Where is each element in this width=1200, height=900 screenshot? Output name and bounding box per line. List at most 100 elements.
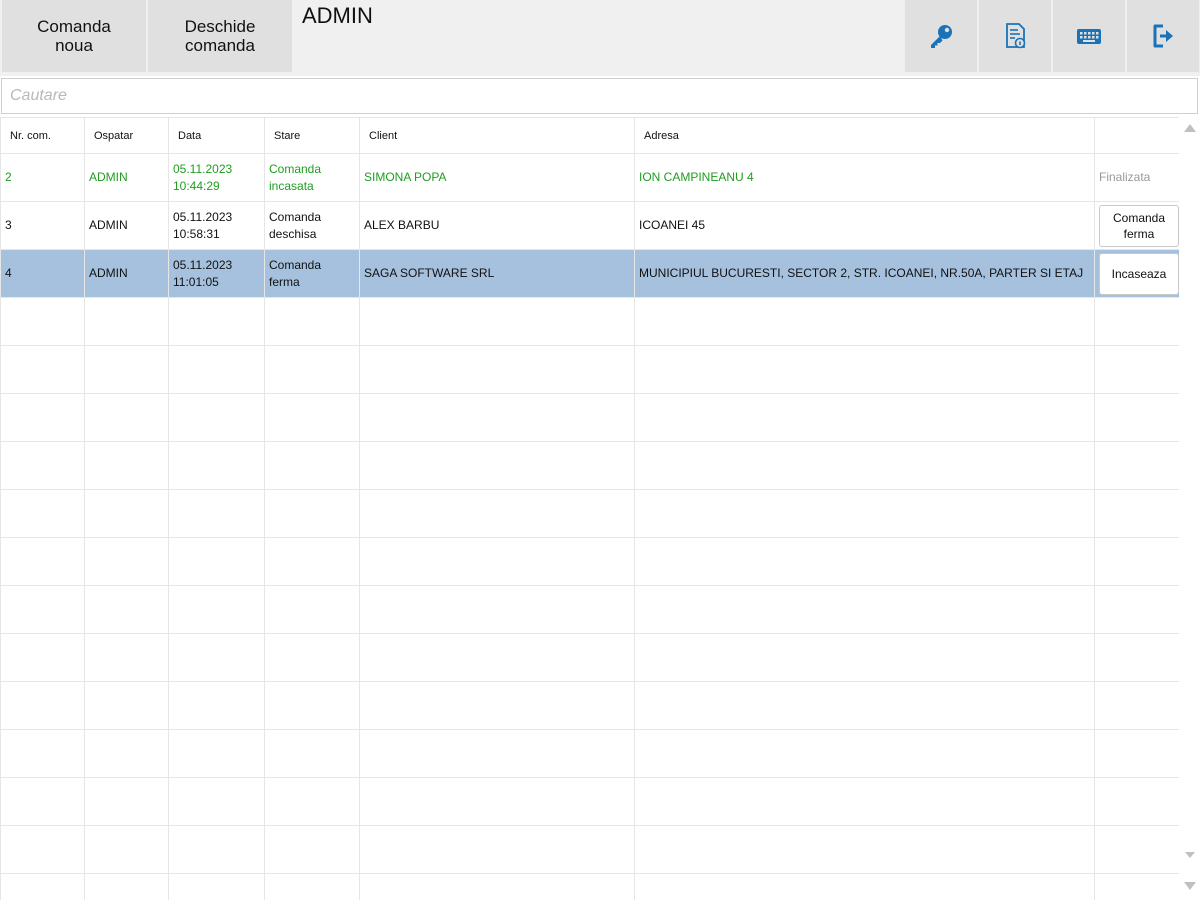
empty-row: [0, 873, 1179, 900]
empty-cell: [359, 729, 635, 778]
empty-cell: [264, 297, 360, 346]
empty-row: [0, 297, 1179, 346]
search-input[interactable]: [1, 78, 1198, 114]
empty-cell: [168, 441, 265, 490]
key-button[interactable]: [905, 0, 977, 72]
collect-payment-button[interactable]: Incaseaza: [1099, 252, 1179, 295]
col-header-ospatar[interactable]: Ospatar: [84, 117, 169, 154]
empty-cell: [634, 777, 1095, 826]
col-header-adresa[interactable]: Adresa: [634, 117, 1095, 154]
empty-cell: [1094, 729, 1179, 778]
cell-action: Finalizata: [1094, 153, 1179, 202]
cell-client: ALEX BARBU: [359, 201, 635, 250]
empty-cell: [264, 729, 360, 778]
scroll-down-icon[interactable]: [1184, 882, 1196, 890]
logout-button[interactable]: [1127, 0, 1199, 72]
empty-cell: [634, 537, 1095, 586]
empty-cell: [1094, 681, 1179, 730]
empty-cell: [634, 393, 1095, 442]
cell-action: Incaseaza: [1094, 249, 1179, 298]
empty-cell: [84, 873, 169, 900]
grid-header: Nr. com. Ospatar Data Stare Client Adres…: [0, 117, 1179, 154]
empty-cell: [359, 441, 635, 490]
col-header-action: [1094, 117, 1179, 154]
empty-cell: [634, 825, 1095, 874]
cell-stare: Comanda deschisa: [264, 201, 360, 250]
cell-ospatar: ADMIN: [84, 201, 169, 250]
empty-cell: [264, 441, 360, 490]
vertical-scrollbar[interactable]: [1180, 117, 1200, 900]
empty-cell: [264, 873, 360, 900]
scroll-down-small-icon[interactable]: [1185, 852, 1195, 858]
empty-cell: [0, 729, 85, 778]
open-order-button[interactable]: Deschide comanda: [148, 0, 292, 72]
empty-row: [0, 825, 1179, 874]
empty-cell: [264, 537, 360, 586]
empty-cell: [359, 777, 635, 826]
empty-cell: [84, 825, 169, 874]
empty-cell: [0, 681, 85, 730]
empty-cell: [0, 633, 85, 682]
keyboard-button[interactable]: [1053, 0, 1125, 72]
empty-cell: [84, 633, 169, 682]
key-icon: [931, 25, 952, 48]
document-info-icon: [1006, 23, 1026, 49]
cell-ospatar: ADMIN: [84, 153, 169, 202]
empty-cell: [0, 537, 85, 586]
empty-row: [0, 537, 1179, 586]
empty-cell: [0, 297, 85, 346]
empty-cell: [84, 297, 169, 346]
empty-cell: [168, 297, 265, 346]
empty-row: [0, 489, 1179, 538]
top-toolbar: Comanda noua Deschide comanda ADMIN: [0, 0, 1200, 76]
empty-cell: [359, 537, 635, 586]
empty-cell: [359, 873, 635, 900]
empty-cell: [168, 825, 265, 874]
cell-action: Comanda ferma: [1094, 201, 1179, 250]
document-info-button[interactable]: [979, 0, 1051, 72]
col-header-client[interactable]: Client: [359, 117, 635, 154]
col-header-data[interactable]: Data: [168, 117, 265, 154]
table-row[interactable]: 2 ADMIN 05.11.2023 10:44:29 Comanda inca…: [0, 153, 1179, 202]
empty-cell: [84, 585, 169, 634]
empty-row: [0, 777, 1179, 826]
empty-cell: [84, 441, 169, 490]
col-header-stare[interactable]: Stare: [264, 117, 360, 154]
empty-cell: [0, 345, 85, 394]
table-row[interactable]: 3 ADMIN 05.11.2023 10:58:31 Comanda desc…: [0, 201, 1179, 250]
empty-cell: [359, 489, 635, 538]
scroll-up-icon[interactable]: [1184, 124, 1196, 132]
empty-cell: [0, 585, 85, 634]
empty-cell: [264, 585, 360, 634]
cell-nr: 2: [0, 153, 85, 202]
table-row-selected[interactable]: 4 ADMIN 05.11.2023 11:01:05 Comanda ferm…: [0, 249, 1179, 298]
empty-cell: [359, 633, 635, 682]
empty-row: [0, 633, 1179, 682]
empty-row: [0, 393, 1179, 442]
cell-ospatar: ADMIN: [84, 249, 169, 298]
empty-cell: [634, 345, 1095, 394]
empty-row: [0, 729, 1179, 778]
empty-cell: [634, 585, 1095, 634]
empty-cell: [168, 873, 265, 900]
empty-cell: [634, 441, 1095, 490]
empty-cell: [359, 681, 635, 730]
confirm-order-button[interactable]: Comanda ferma: [1099, 204, 1179, 247]
cell-nr: 4: [0, 249, 85, 298]
col-header-nr[interactable]: Nr. com.: [0, 117, 85, 154]
cell-adresa: MUNICIPIUL BUCURESTI, SECTOR 2, STR. ICO…: [634, 249, 1095, 298]
empty-row: [0, 585, 1179, 634]
empty-row: [0, 345, 1179, 394]
empty-cell: [359, 345, 635, 394]
empty-cell: [0, 489, 85, 538]
empty-cell: [359, 393, 635, 442]
empty-cell: [168, 681, 265, 730]
new-order-button[interactable]: Comanda noua: [2, 0, 146, 72]
empty-cell: [1094, 825, 1179, 874]
cell-adresa: ICOANEI 45: [634, 201, 1095, 250]
empty-cell: [1094, 537, 1179, 586]
empty-cell: [1094, 489, 1179, 538]
empty-cell: [264, 633, 360, 682]
logout-icon: [1153, 24, 1173, 48]
cell-nr: 3: [0, 201, 85, 250]
